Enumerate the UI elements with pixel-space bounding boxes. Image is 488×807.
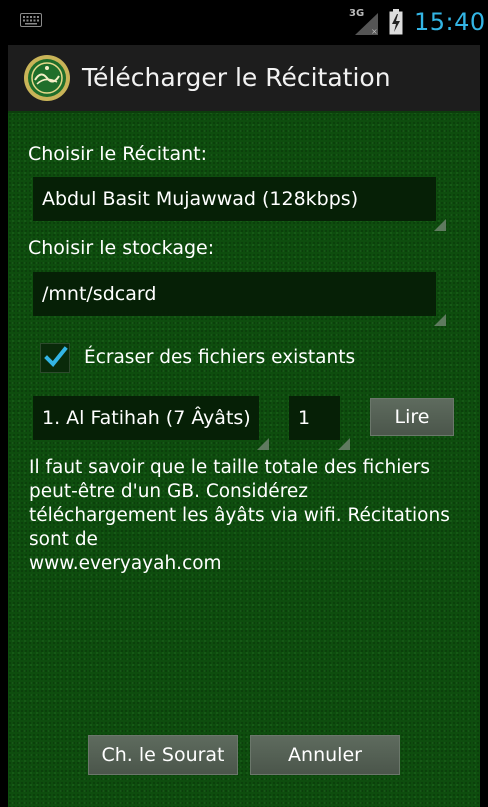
page-title: Télécharger le Récitation [82,63,391,92]
read-button[interactable]: Lire [370,398,454,436]
info-text: Il faut savoir que le taille totale des … [29,456,469,576]
overwrite-checkbox[interactable] [40,343,70,373]
keyboard-icon [20,13,42,27]
reciter-spinner[interactable]: Abdul Basit Mujawwad (128kbps) [33,177,446,231]
info-line: peut-être d'un GB. Considérez [29,481,308,502]
action-bar: Télécharger le Récitation [8,45,480,113]
ayah-value: 1 [298,407,311,429]
storage-value: /mnt/sdcard [42,283,157,305]
status-clock: 15:40 [414,8,486,36]
spinner-arrow-icon [338,438,350,450]
storage-label: Choisir le stockage: [28,237,215,259]
choose-surah-button[interactable]: Ch. le Sourat [88,735,238,775]
info-line: sont de [29,529,98,550]
spinner-arrow-icon [257,438,269,450]
download-form: Choisir le Récitant: Abdul Basit Mujawwa… [8,113,480,807]
surah-spinner[interactable]: 1. Al Fatihah (7 Âyâts) [33,396,269,450]
info-line: Il faut savoir que le taille totale des … [29,457,430,478]
quran-logo-icon [24,55,70,101]
svg-text:×: × [371,27,378,36]
battery-charging-icon [389,9,403,35]
ayah-spinner[interactable]: 1 [289,396,350,450]
checkmark-icon [44,346,68,367]
surah-value: 1. Al Fatihah (7 Âyâts) [42,407,251,429]
spinner-arrow-icon [434,314,446,326]
reciter-value: Abdul Basit Mujawwad (128kbps) [42,188,359,210]
reciter-label: Choisir le Récitant: [28,143,207,165]
spinner-arrow-icon [434,219,446,231]
storage-spinner[interactable]: /mnt/sdcard [33,272,446,326]
website-link[interactable]: www.everyayah.com [29,552,469,576]
status-bar: 3G × 15:40 [0,0,488,45]
signal-3g-icon: 3G × [349,8,379,36]
cancel-button[interactable]: Annuler [250,735,400,775]
info-line: téléchargement les âyâts via wifi. Récit… [29,505,450,526]
overwrite-label[interactable]: Écraser des fichiers existants [84,347,355,368]
